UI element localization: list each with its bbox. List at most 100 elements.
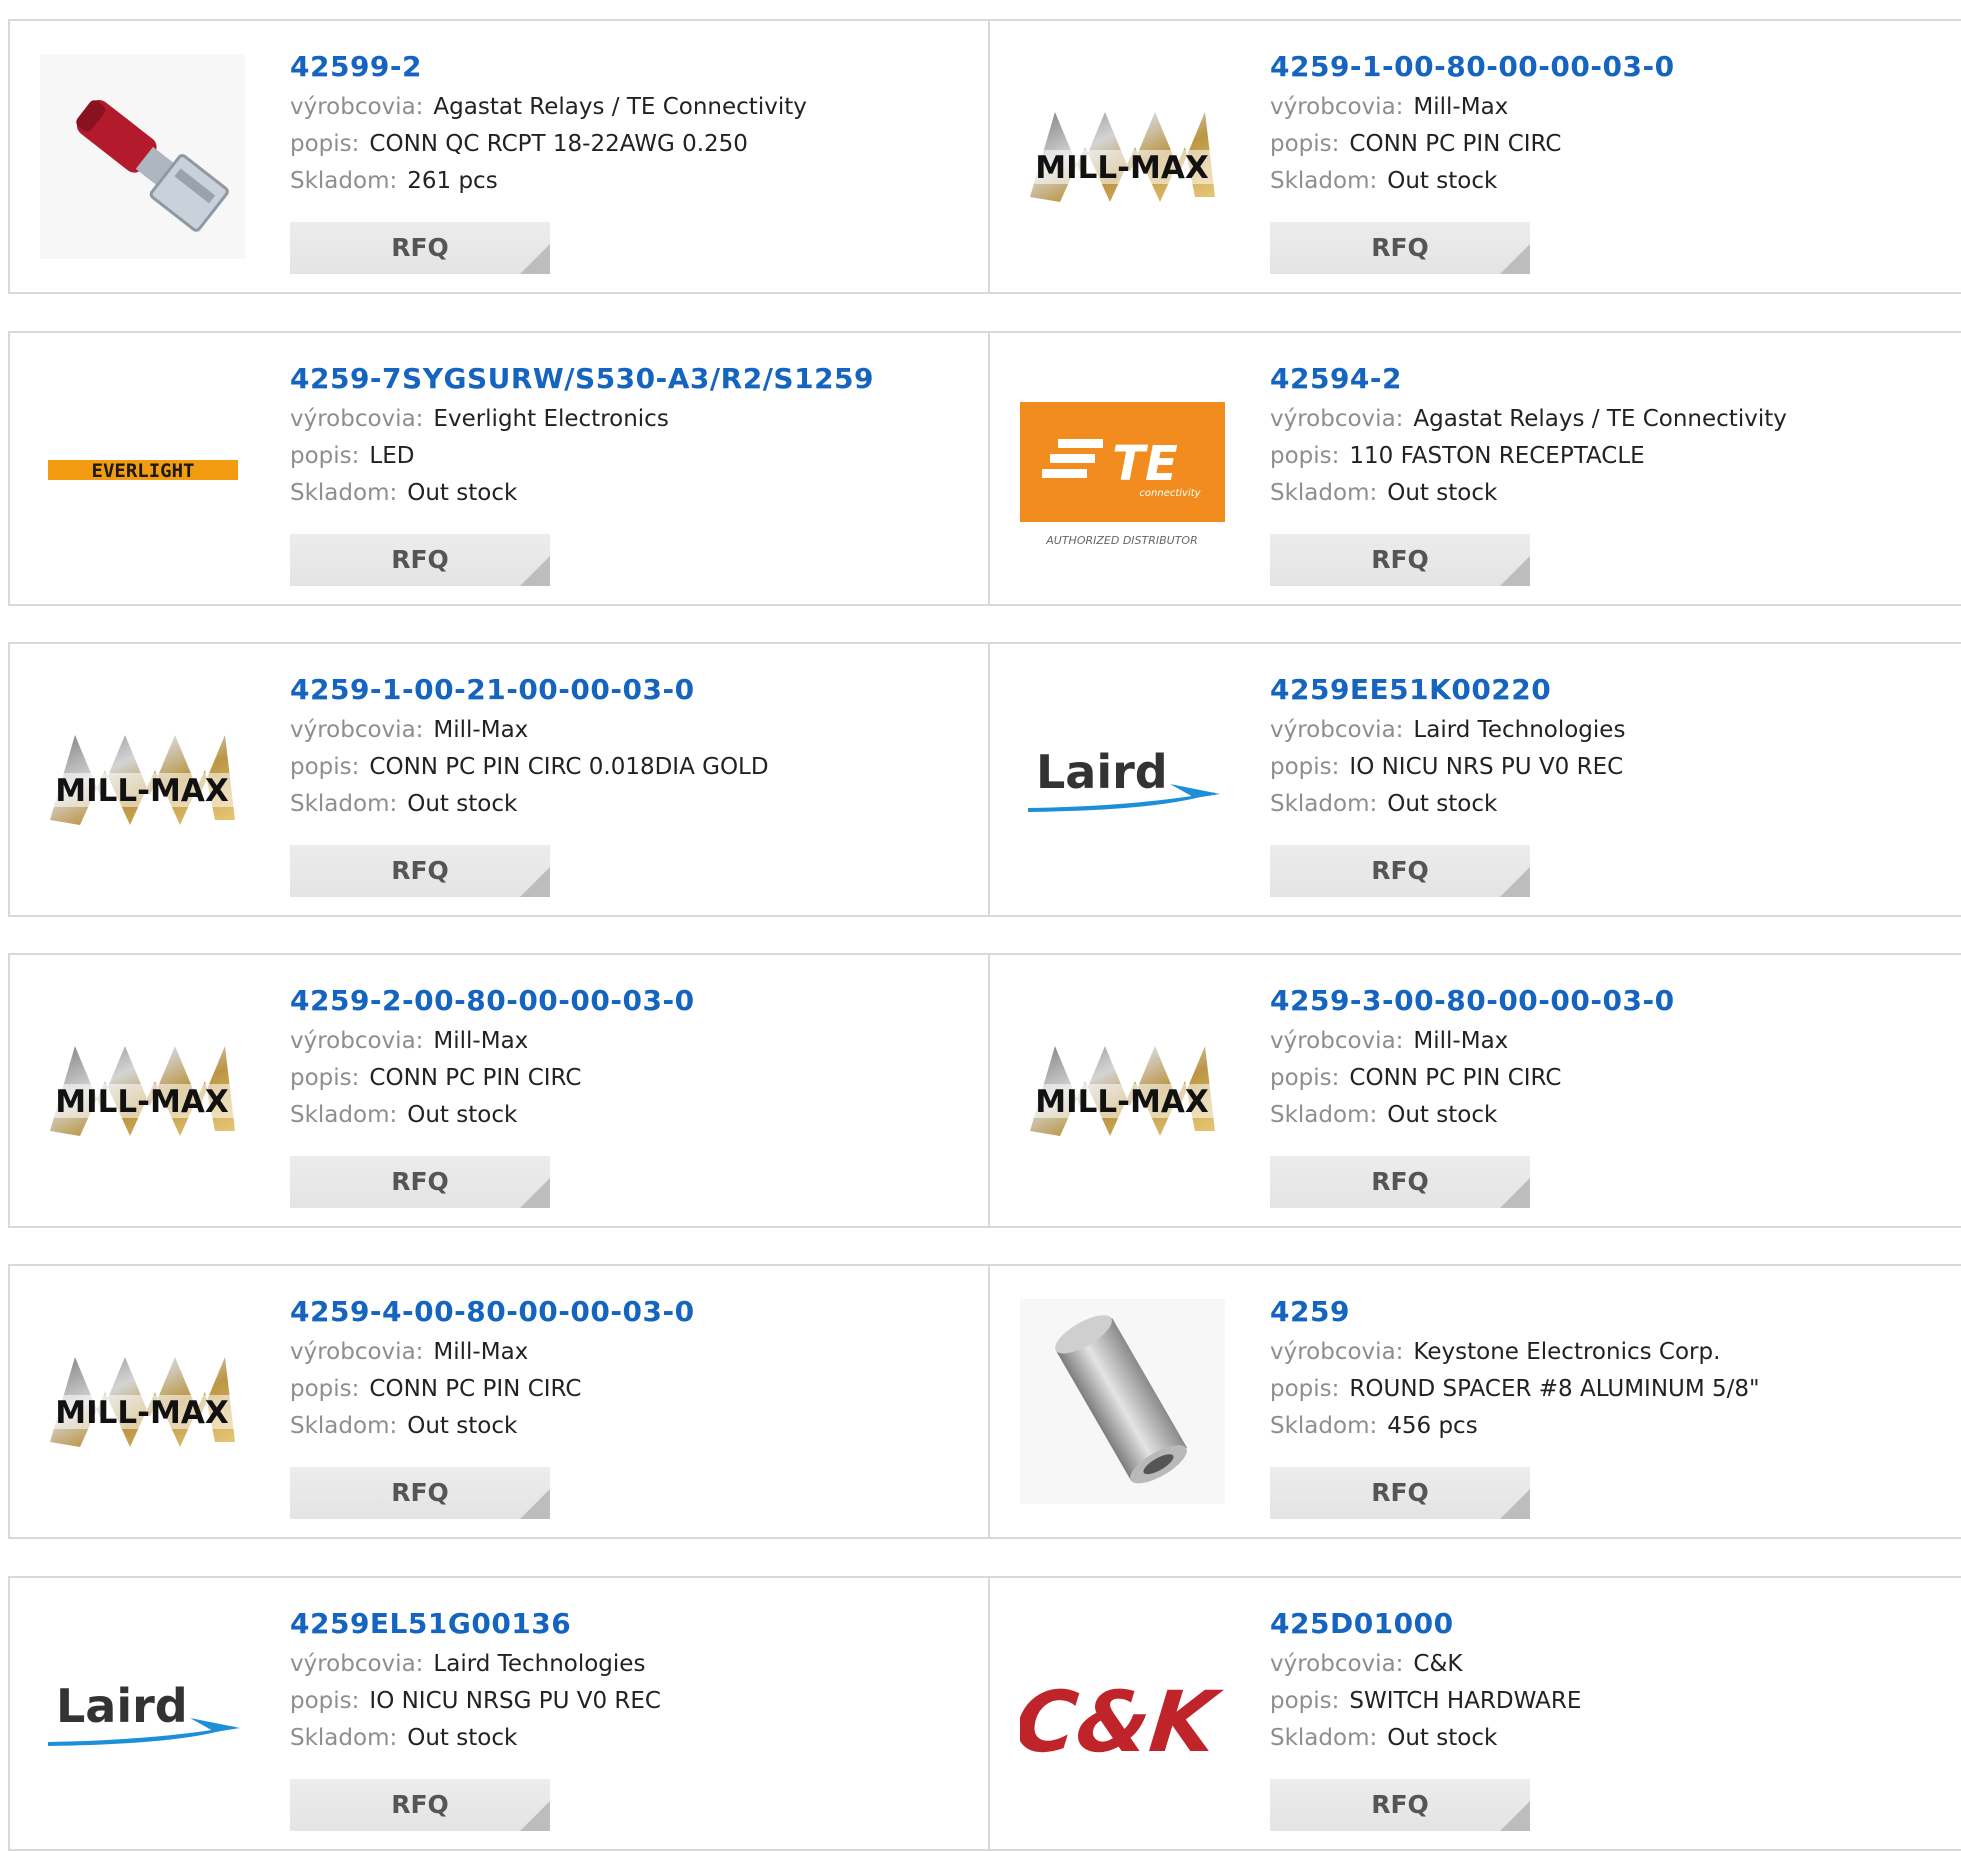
manufacturer-value: Mill-Max: [433, 1028, 529, 1054]
rfq-label: RFQ: [1371, 545, 1429, 574]
manufacturer-value: Mill-Max: [433, 1339, 529, 1365]
rfq-button[interactable]: RFQ: [290, 845, 550, 897]
product-card: 42599-2 výrobcovia: Agastat Relays / TE C…: [10, 21, 988, 292]
manufacturer-logo[interactable]: MILL-MAX: [1020, 988, 1225, 1193]
description-label: popis:: [1270, 131, 1340, 157]
description-label: popis:: [1270, 443, 1340, 469]
manufacturer-logo[interactable]: [1020, 1299, 1225, 1504]
description-value: SWITCH HARDWARE: [1349, 1688, 1582, 1714]
manufacturer-logo[interactable]: C&K: [1020, 1611, 1225, 1816]
corner-decoration: [520, 867, 550, 897]
rfq-label: RFQ: [391, 233, 449, 262]
manufacturer-logo[interactable]: MILL-MAX: [40, 677, 245, 882]
manufacturer-label: výrobcovia:: [1270, 1028, 1404, 1054]
manufacturer-logo[interactable]: MILL-MAX: [40, 988, 245, 1193]
manufacturer-value: Laird Technologies: [433, 1651, 646, 1677]
rfq-button[interactable]: RFQ: [1270, 1156, 1530, 1208]
product-card: MILL-MAX 4259-3-00-80-00-00-03-0 výrobco…: [990, 955, 1961, 1226]
everlight-logo-text: EVERLIGHT: [92, 460, 195, 482]
manufacturer-label: výrobcovia:: [290, 94, 424, 120]
rfq-button[interactable]: RFQ: [1270, 1779, 1530, 1831]
rfq-button[interactable]: RFQ: [1270, 1467, 1530, 1519]
stock-line: Skladom: Out stock: [290, 1097, 695, 1134]
manufacturer-logo[interactable]: TE connectivity AUTHORIZED DISTRIBUTOR: [1020, 366, 1225, 571]
product-info: 4259EL51G00136 výrobcovia: Laird Technolo…: [290, 1606, 661, 1757]
ck-logo-text: C&K: [1020, 1673, 1225, 1769]
rfq-label: RFQ: [391, 545, 449, 574]
manufacturer-logo[interactable]: MILL-MAX: [1020, 54, 1225, 259]
part-number-link[interactable]: 4259EE51K00220: [1270, 672, 1625, 712]
part-number-link[interactable]: 42599-2: [290, 49, 807, 89]
description-line: popis: CONN PC PIN CIRC: [290, 1371, 695, 1408]
corner-decoration: [1500, 1489, 1530, 1519]
stock-label: Skladom:: [1270, 480, 1378, 506]
stock-label: Skladom:: [1270, 1102, 1378, 1128]
stock-value: Out stock: [407, 1725, 518, 1751]
rfq-label: RFQ: [391, 1478, 449, 1507]
description-value: CONN QC RCPT 18-22AWG 0.250: [369, 131, 748, 157]
rfq-button[interactable]: RFQ: [290, 1156, 550, 1208]
corner-decoration: [520, 244, 550, 274]
rfq-label: RFQ: [1371, 1167, 1429, 1196]
product-info: 425D01000 výrobcovia: C&K popis: SWITCH HA…: [1270, 1606, 1581, 1757]
millmax-logo-text: MILL-MAX: [55, 1395, 229, 1431]
part-number-link[interactable]: 4259EL51G00136: [290, 1606, 661, 1646]
description-line: popis: CONN QC RCPT 18-22AWG 0.250: [290, 126, 807, 163]
product-card: MILL-MAX 4259-2-00-80-00-00-03-0 výrobco…: [10, 955, 988, 1226]
rfq-label: RFQ: [1371, 856, 1429, 885]
stock-value: Out stock: [407, 480, 518, 506]
manufacturer-label: výrobcovia:: [1270, 1339, 1404, 1365]
stock-line: Skladom: 456 pcs: [1270, 1408, 1760, 1445]
manufacturer-value: Agastat Relays / TE Connectivity: [433, 94, 807, 120]
manufacturer-value: Mill-Max: [1413, 94, 1509, 120]
description-value: CONN PC PIN CIRC: [369, 1065, 582, 1091]
manufacturer-logo[interactable]: Laird: [1020, 677, 1225, 882]
stock-value: Out stock: [407, 1102, 518, 1128]
part-number-link[interactable]: 4259-1-00-80-00-00-03-0: [1270, 49, 1675, 89]
product-info: 42599-2 výrobcovia: Agastat Relays / TE C…: [290, 49, 807, 200]
description-line: popis: CONN PC PIN CIRC: [1270, 1060, 1675, 1097]
rfq-label: RFQ: [391, 1167, 449, 1196]
stock-line: Skladom: Out stock: [1270, 786, 1625, 823]
description-label: popis:: [290, 131, 360, 157]
manufacturer-logo[interactable]: MILL-MAX: [40, 1299, 245, 1504]
corner-decoration: [520, 1178, 550, 1208]
stock-label: Skladom:: [290, 1725, 398, 1751]
part-number-link[interactable]: 42594-2: [1270, 361, 1787, 401]
te-caption-text: AUTHORIZED DISTRIBUTOR: [1045, 534, 1198, 547]
part-number-link[interactable]: 4259: [1270, 1294, 1760, 1334]
stock-line: Skladom: Out stock: [1270, 163, 1675, 200]
corner-decoration: [520, 1489, 550, 1519]
manufacturer-value: Mill-Max: [1413, 1028, 1509, 1054]
rfq-button[interactable]: RFQ: [290, 534, 550, 586]
rfq-button[interactable]: RFQ: [290, 1779, 550, 1831]
description-line: popis: IO NICU NRSG PU V0 REC: [290, 1683, 661, 1720]
manufacturer-label: výrobcovia:: [290, 1028, 424, 1054]
manufacturer-logo[interactable]: Laird: [40, 1611, 245, 1816]
manufacturer-value: Laird Technologies: [1413, 717, 1626, 743]
product-info: 4259 výrobcovia: Keystone Electronics Cor…: [1270, 1294, 1760, 1445]
rfq-button[interactable]: RFQ: [290, 1467, 550, 1519]
part-number-link[interactable]: 4259-2-00-80-00-00-03-0: [290, 983, 695, 1023]
product-card: Laird 4259EE51K00220 výrobcovia: Laird Te…: [990, 644, 1961, 915]
manufacturer-logo[interactable]: [40, 54, 245, 259]
rfq-button[interactable]: RFQ: [1270, 534, 1530, 586]
stock-line: Skladom: Out stock: [290, 1408, 695, 1445]
part-number-link[interactable]: 4259-1-00-21-00-00-03-0: [290, 672, 769, 712]
product-row: MILL-MAX 4259-1-00-21-00-00-03-0 výrobco…: [8, 642, 1961, 917]
part-number-link[interactable]: 4259-3-00-80-00-00-03-0: [1270, 983, 1675, 1023]
part-number-link[interactable]: 425D01000: [1270, 1606, 1581, 1646]
millmax-logo-text: MILL-MAX: [1035, 150, 1209, 186]
rfq-button[interactable]: RFQ: [290, 222, 550, 274]
te-logo-text: TE: [1112, 436, 1178, 492]
millmax-logo-text: MILL-MAX: [1035, 1084, 1209, 1120]
rfq-button[interactable]: RFQ: [1270, 845, 1530, 897]
rfq-label: RFQ: [391, 856, 449, 885]
part-number-link[interactable]: 4259-7SYGSURW/S530-A3/R2/S1259: [290, 361, 874, 401]
part-number-link[interactable]: 4259-4-00-80-00-00-03-0: [290, 1294, 695, 1334]
product-card: MILL-MAX 4259-1-00-21-00-00-03-0 výrobco…: [10, 644, 988, 915]
manufacturer-logo[interactable]: EVERLIGHT: [40, 366, 245, 571]
rfq-button[interactable]: RFQ: [1270, 222, 1530, 274]
product-card: EVERLIGHT 4259-7SYGSURW/S530-A3/R2/S1259…: [10, 333, 988, 604]
corner-decoration: [1500, 556, 1530, 586]
